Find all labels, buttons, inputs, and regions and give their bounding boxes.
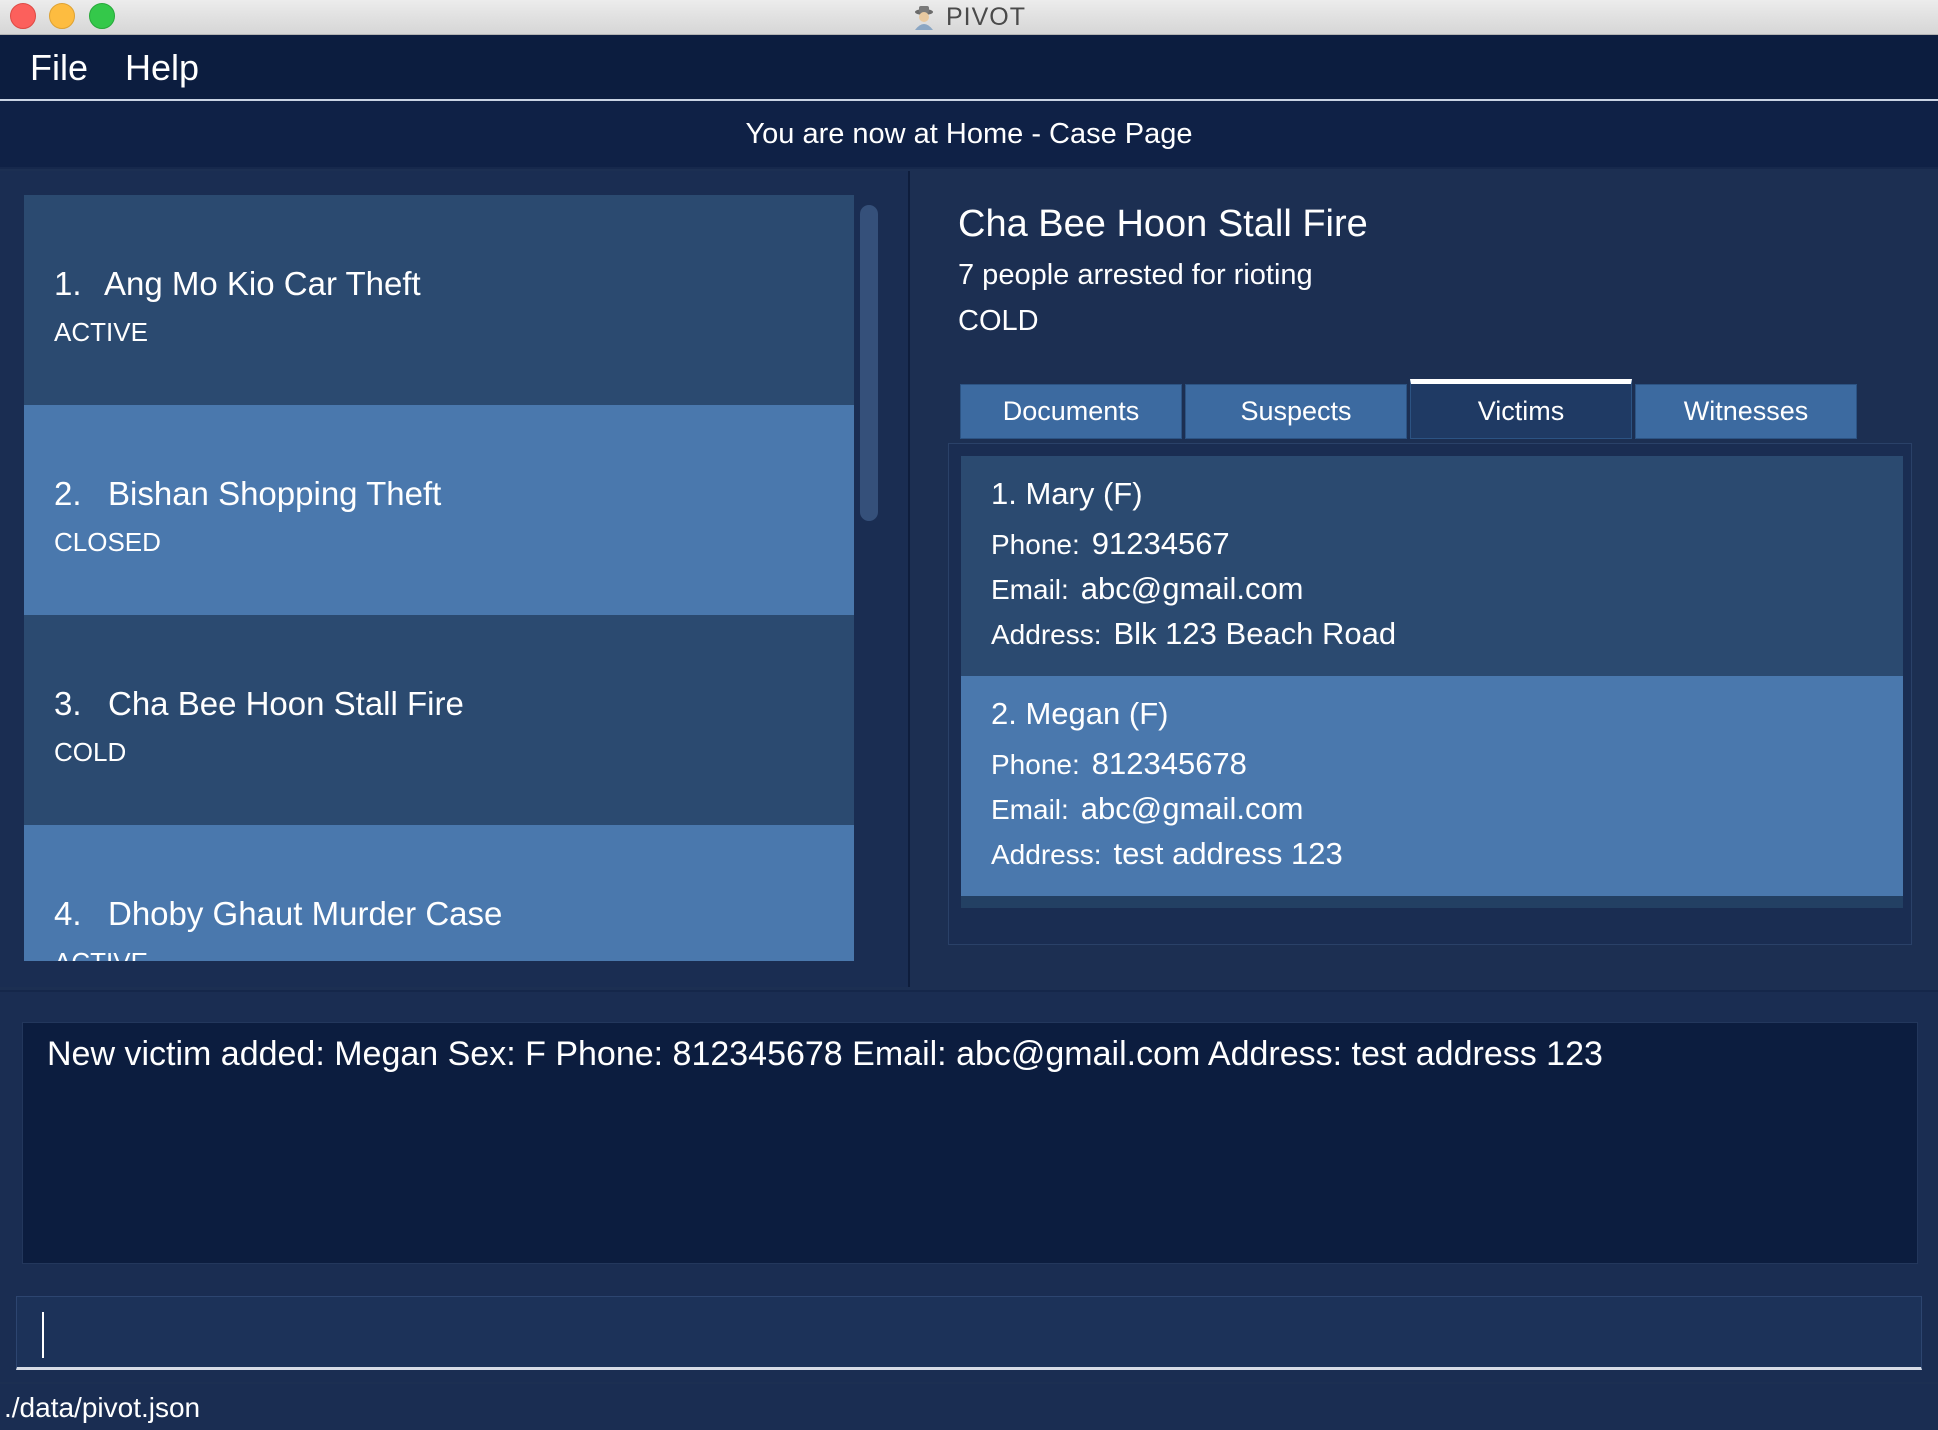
case-status: COLD — [54, 737, 127, 767]
victim-list[interactable]: 1. Mary (F) Phone: 91234567 Email: abc@gma… — [961, 456, 1903, 908]
case-status: ACTIVE — [54, 317, 148, 347]
case-status: CLOSED — [54, 527, 161, 557]
case-detail-description: 7 people arrested for rioting — [958, 259, 1313, 291]
phone-label: Phone: — [991, 529, 1080, 560]
status-bar: ./data/pivot.json — [0, 1384, 1938, 1430]
feedback-box: New victim added: Megan Sex: F Phone: 81… — [22, 1022, 1918, 1264]
victim-email: Email: abc@gmail.com — [991, 791, 1304, 827]
tab-victims[interactable]: Victims — [1410, 379, 1632, 439]
result-text: You are now at Home - Case Page — [745, 117, 1193, 150]
address-label: Address: — [991, 619, 1102, 650]
victim-address: Address: Blk 123 Beach Road — [991, 616, 1396, 652]
victim-card[interactable]: 2. Megan (F) Phone: 812345678 Email: abc@g… — [961, 676, 1903, 896]
case-index: 2. — [54, 475, 82, 512]
console-panel: New victim added: Megan Sex: F Phone: 81… — [0, 990, 1938, 1286]
victim-email: Email: abc@gmail.com — [991, 571, 1304, 607]
victim-address: Address: test address 123 — [991, 836, 1343, 872]
menu-help[interactable]: Help — [125, 47, 199, 89]
data-file-path: ./data/pivot.json — [4, 1392, 201, 1423]
email-label: Email: — [991, 794, 1069, 825]
menu-bar: File Help — [0, 35, 1938, 101]
command-input[interactable] — [16, 1296, 1922, 1370]
case-list[interactable]: 1. Ang Mo Kio Car Theft ACTIVE 2. Bishan… — [24, 195, 854, 961]
victim-heading: 2. Megan (F) — [991, 696, 1169, 731]
victim-phone: Phone: 91234567 — [991, 526, 1230, 562]
phone-label: Phone: — [991, 749, 1080, 780]
email-label: Email: — [991, 574, 1069, 605]
address-label: Address: — [991, 839, 1102, 870]
case-card[interactable]: 2. Bishan Shopping Theft CLOSED — [24, 405, 854, 615]
case-status: ACTIVE — [54, 947, 148, 961]
window-titlebar: PIVOT — [0, 0, 1938, 35]
tab-documents[interactable]: Documents — [960, 384, 1182, 439]
detective-icon — [914, 6, 933, 30]
case-title: Bishan Shopping Theft — [108, 475, 442, 512]
victim-phone: Phone: 812345678 — [991, 746, 1247, 782]
phone-value: 812345678 — [1091, 746, 1247, 781]
address-value: Blk 123 Beach Road — [1113, 616, 1397, 651]
feedback-text: New victim added: Megan Sex: F Phone: 81… — [47, 1035, 1603, 1073]
case-card[interactable]: 4. Dhoby Ghaut Murder Case ACTIVE — [24, 825, 854, 961]
case-title: Cha Bee Hoon Stall Fire — [108, 685, 464, 722]
case-title: Dhoby Ghaut Murder Case — [108, 895, 503, 932]
case-detail-status: COLD — [958, 305, 1039, 337]
victim-heading: 1. Mary (F) — [991, 476, 1143, 511]
victim-card[interactable]: 1. Mary (F) Phone: 91234567 Email: abc@gma… — [961, 456, 1903, 676]
result-display: You are now at Home - Case Page — [0, 101, 1938, 169]
window-title: PIVOT — [945, 2, 1026, 31]
case-card[interactable]: 3. Cha Bee Hoon Stall Fire COLD — [24, 615, 854, 825]
tab-suspects[interactable]: Suspects — [1185, 384, 1407, 439]
case-detail-title: Cha Bee Hoon Stall Fire — [958, 203, 1368, 245]
tab-witnesses[interactable]: Witnesses — [1635, 384, 1857, 439]
email-value: abc@gmail.com — [1080, 791, 1304, 826]
menu-file[interactable]: File — [30, 47, 88, 89]
case-detail-panel: Cha Bee Hoon Stall Fire 7 people arreste… — [910, 171, 1938, 987]
case-list-panel: 1. Ang Mo Kio Car Theft ACTIVE 2. Bishan… — [0, 171, 910, 987]
address-value: test address 123 — [1113, 836, 1343, 871]
case-list-scrollbar[interactable] — [860, 205, 878, 521]
case-index: 1. — [54, 265, 82, 302]
email-value: abc@gmail.com — [1080, 571, 1304, 606]
phone-value: 91234567 — [1091, 526, 1230, 561]
case-index: 3. — [54, 685, 82, 722]
text-caret — [42, 1312, 44, 1358]
command-panel — [0, 1286, 1938, 1382]
victims-tab-content: 1. Mary (F) Phone: 91234567 Email: abc@gma… — [948, 443, 1912, 945]
case-index: 4. — [54, 895, 82, 932]
case-title: Ang Mo Kio Car Theft — [104, 265, 421, 302]
case-card[interactable]: 1. Ang Mo Kio Car Theft ACTIVE — [24, 195, 854, 405]
